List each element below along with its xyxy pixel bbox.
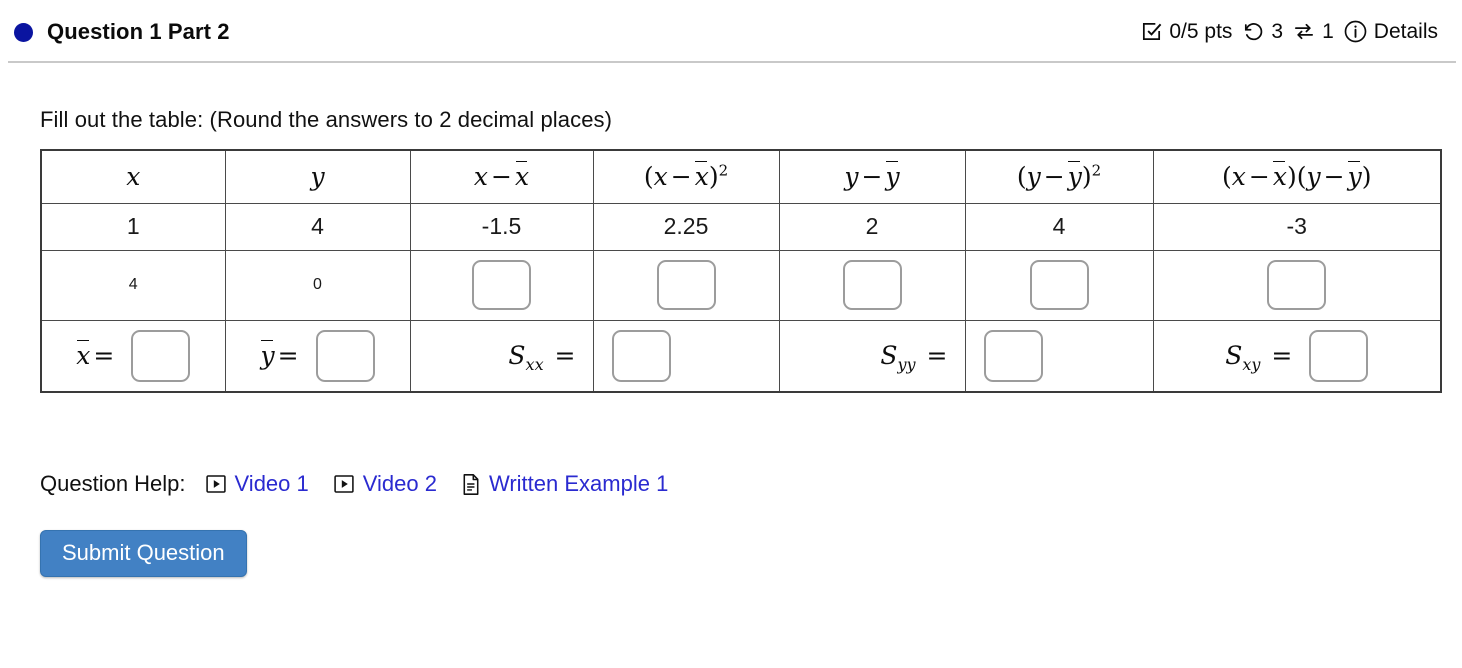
cell-x-row1: 1 — [40, 202, 226, 251]
cell-inner: Sxx = — [411, 321, 593, 392]
question-body: Fill out the table: (Round the answers t… — [0, 107, 1462, 578]
input-y-deviation-squared-row2[interactable] — [1029, 260, 1089, 310]
cell-inner — [1154, 251, 1441, 320]
details-button[interactable]: Details — [1343, 19, 1438, 44]
input-x-deviation-squared-row2[interactable] — [656, 260, 716, 310]
swap-arrows-icon — [1292, 20, 1316, 43]
cell-y-dev-row1: 2 — [778, 202, 966, 251]
sxx-label: Sxx = — [508, 341, 576, 375]
cell-sxx-label: Sxx = — [409, 319, 594, 393]
checkbox-check-icon — [1140, 20, 1163, 43]
cell-sxx-value — [592, 319, 780, 393]
col-header-y-deviation-squared: (y − y)2 — [964, 149, 1154, 204]
input-xbar[interactable] — [131, 329, 191, 382]
header-divider — [8, 61, 1456, 63]
cell-x-dev-row1: -1.5 — [409, 202, 594, 251]
cell-inner: Sxy = — [1154, 321, 1441, 392]
table-row: 1 4 -1.5 2.25 2 4 -3 — [40, 202, 1442, 251]
cell-ybar: y = — [224, 319, 411, 393]
cell-x-dev-row2 — [409, 249, 594, 321]
xbar-label: x = — [76, 340, 115, 371]
attempts-meta: 3 — [1241, 20, 1283, 44]
help-link-video-1[interactable]: Video 1 — [205, 471, 309, 497]
question-status-dot — [14, 23, 33, 42]
cell-x-dev-sq-row2 — [592, 249, 780, 321]
cell-syy-value — [964, 319, 1154, 393]
points-meta: 0/5 pts — [1140, 20, 1232, 44]
submit-question-button[interactable]: Submit Question — [40, 530, 247, 578]
retries-value: 1 — [1322, 19, 1334, 43]
input-sxy[interactable] — [1309, 329, 1369, 382]
video-icon — [205, 474, 227, 494]
col-header-cross-product: (x − x)(y − y) — [1152, 149, 1442, 204]
cell-y-dev-sq-row1: 4 — [964, 202, 1154, 251]
cell-syy-label: Syy = — [778, 319, 966, 393]
instruction-text: Fill out the table: (Round the answers t… — [40, 107, 613, 132]
cell-inner — [411, 251, 593, 320]
input-x-deviation-row2[interactable] — [472, 260, 531, 310]
attempts-value: 3 — [1271, 19, 1284, 43]
cell-x-row2: 4 — [40, 249, 226, 321]
col-header-x-deviation: x − x — [409, 149, 594, 204]
help-link-label: Written Example 1 — [488, 471, 669, 496]
question-header-left: Question 1 Part 2 — [14, 19, 230, 45]
input-syy[interactable] — [983, 329, 1043, 382]
question-header: Question 1 Part 2 0/5 pts 3 1 Details — [0, 0, 1462, 63]
question-help-label: Question Help: — [40, 471, 186, 496]
document-icon — [461, 473, 481, 496]
cell-inner: y = — [226, 321, 410, 392]
col-header-y: y — [224, 149, 411, 204]
help-link-label: Video 2 — [362, 471, 437, 496]
cell-y-dev-sq-row2 — [964, 249, 1154, 321]
cell-sxy: Sxy = — [1152, 319, 1442, 393]
help-link-written-example-1[interactable]: Written Example 1 — [461, 471, 668, 497]
cell-inner — [594, 321, 779, 392]
undo-history-icon — [1241, 20, 1265, 43]
cell-inner: Syy = — [780, 321, 965, 392]
cell-inner — [780, 251, 965, 320]
cell-y-row2: 0 — [224, 249, 411, 321]
input-sxx[interactable] — [611, 329, 671, 382]
table-row: 4 0 — [40, 249, 1442, 321]
ybar-label: y = — [260, 340, 299, 371]
cell-x-dev-sq-row1: 2.25 — [592, 202, 780, 251]
table-header-row: x y x − x (x − x)2 y − y (y − y)2 (x − x)( — [40, 149, 1442, 204]
statistics-table: x y x − x (x − x)2 y − y (y − y)2 (x − x)( — [40, 149, 1442, 393]
help-link-video-2[interactable]: Video 2 — [333, 471, 437, 497]
cell-inner — [594, 251, 779, 320]
input-ybar[interactable] — [315, 329, 375, 382]
cell-cross-row1: -3 — [1152, 202, 1442, 251]
cell-xbar: x = — [40, 319, 226, 393]
syy-label: Syy = — [880, 341, 948, 375]
details-label: Details — [1373, 19, 1438, 43]
cell-inner — [966, 321, 1153, 392]
info-icon — [1343, 19, 1368, 44]
page-title: Question 1 Part 2 — [47, 18, 230, 44]
cell-inner — [966, 251, 1153, 320]
question-help-row: Question Help: Video 1 Video 2 Written E… — [40, 471, 1462, 497]
help-link-label: Video 1 — [234, 471, 309, 496]
sxy-label: Sxy = — [1225, 341, 1293, 375]
input-y-deviation-row2[interactable] — [842, 260, 902, 310]
video-icon — [333, 474, 355, 494]
cell-y-dev-row2 — [778, 249, 966, 321]
col-header-x: x — [40, 149, 226, 204]
table-summary-row: x = y = Sxx = Syy = Sxy = — [40, 319, 1442, 393]
points-value: 0/5 pts — [1169, 19, 1233, 43]
cell-inner: x = — [42, 321, 225, 392]
retries-meta: 1 — [1292, 20, 1334, 44]
cell-cross-row2 — [1152, 249, 1442, 321]
col-header-y-deviation: y − y — [778, 149, 966, 204]
cell-y-row1: 4 — [224, 202, 411, 251]
input-cross-product-row2[interactable] — [1267, 260, 1327, 310]
col-header-x-deviation-squared: (x − x)2 — [592, 149, 780, 204]
question-meta: 0/5 pts 3 1 Details — [1140, 19, 1444, 44]
